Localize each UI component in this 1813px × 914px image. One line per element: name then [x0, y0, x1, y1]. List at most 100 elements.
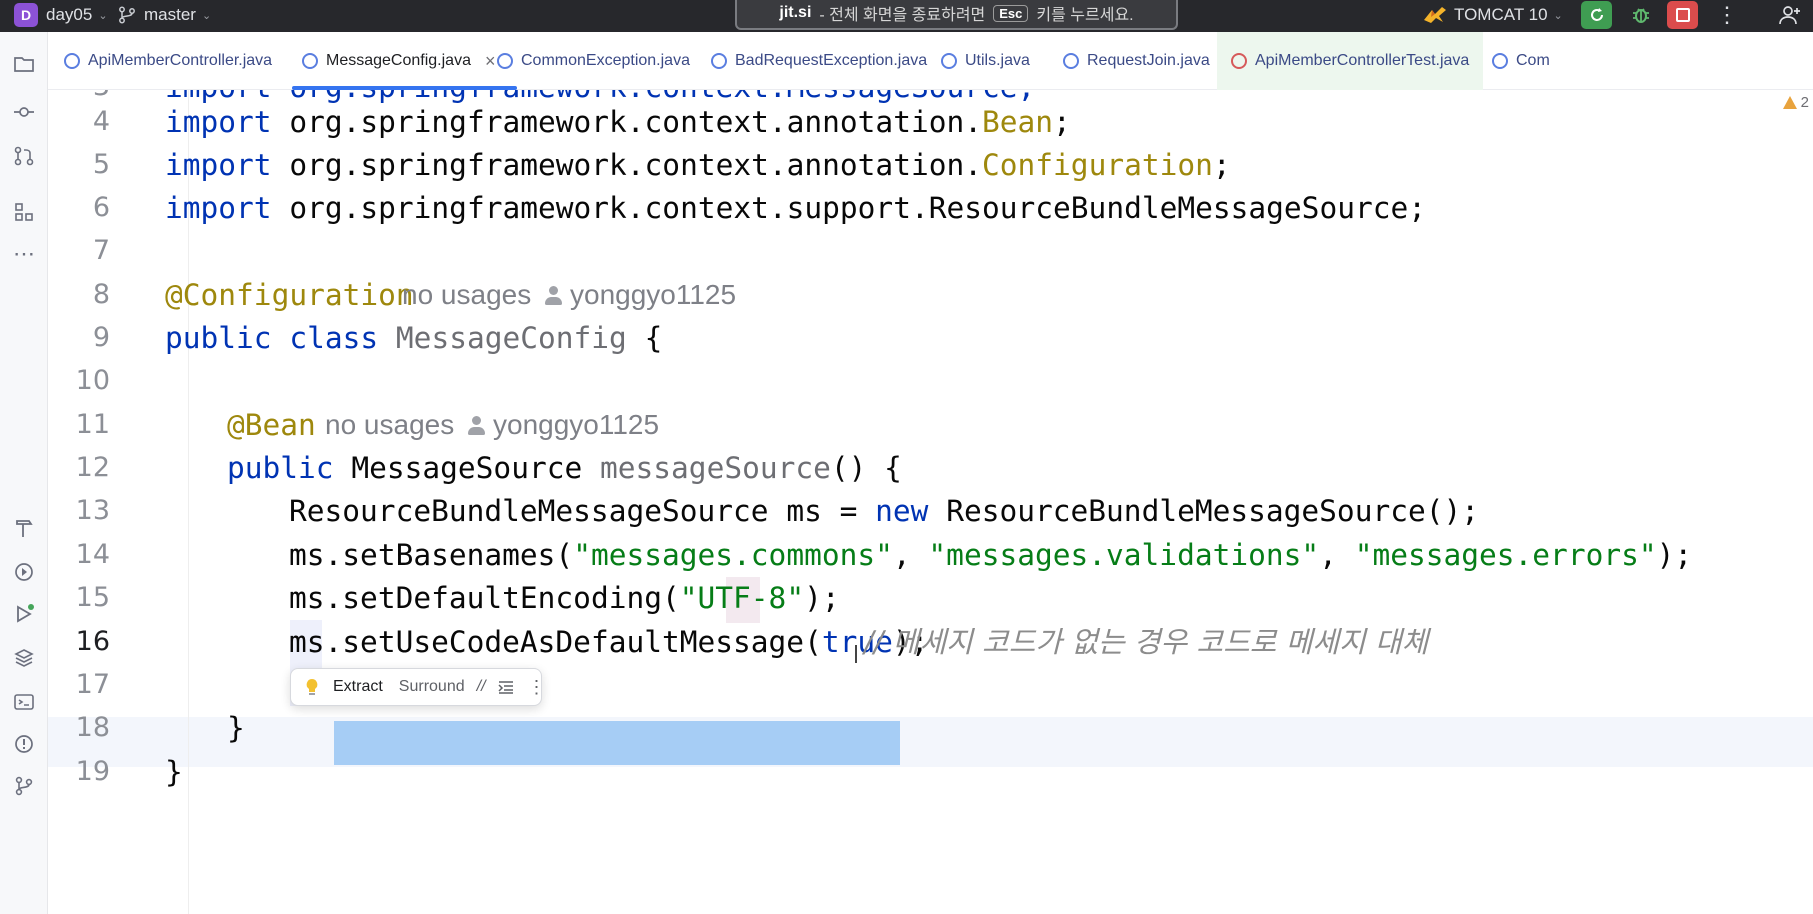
author-name: yonggyo1125	[493, 409, 660, 440]
class-icon	[1492, 53, 1508, 69]
tab-bad-request-exception[interactable]: BadRequestException.java	[711, 32, 927, 90]
string-literal: "messages.errors"	[1354, 538, 1657, 572]
hammer-icon	[16, 520, 33, 537]
tool-window-strip: ⋯	[0, 32, 48, 914]
build-tool-button[interactable]	[10, 514, 38, 542]
tab-utils[interactable]: Utils.java	[941, 32, 1030, 90]
string-literal: "messages.validations"	[928, 538, 1320, 572]
tab-api-member-controller[interactable]: ApiMemberController.java	[64, 32, 272, 90]
commit-icon	[14, 107, 34, 117]
tab-message-config[interactable]: MessageConfig.java ×	[291, 32, 519, 90]
services-tool-button[interactable]	[10, 558, 38, 586]
pull-request-icon	[14, 146, 34, 166]
problems-icon	[15, 735, 33, 753]
tab-request-join[interactable]: RequestJoin.java	[1063, 32, 1210, 90]
string-literal: "UTF-8"	[679, 581, 805, 615]
git-branch-icon	[119, 6, 135, 24]
branch-selector[interactable]: master ⌄	[118, 0, 211, 30]
code-rest: ResourceBundleMessageSource();	[928, 494, 1480, 528]
chevron-down-icon: ⌄	[201, 9, 212, 22]
more-tools-button[interactable]: ⋯	[10, 240, 38, 268]
project-selector[interactable]: D day05 ⌄	[14, 0, 108, 30]
debug-button[interactable]	[1625, 1, 1656, 29]
variable: ms	[786, 494, 822, 528]
screen-share-banner: jit.si - 전체 화면을 종료하려면 Esc 키를 누르세요.	[735, 0, 1178, 30]
method-name: messageSource	[600, 451, 831, 485]
line-number: 10	[75, 365, 110, 396]
terminal-tool-button[interactable]	[10, 688, 38, 716]
more-horizontal-icon: ⋯	[13, 241, 35, 266]
problems-tool-button[interactable]	[10, 730, 38, 758]
user-icon	[468, 416, 485, 435]
code-rest: () {	[830, 451, 902, 485]
code-line-18: 18 }	[48, 703, 1813, 753]
layers-tool-button[interactable]	[10, 644, 38, 672]
services-icon	[15, 563, 33, 581]
annotation-class: Configuration	[982, 148, 1213, 182]
text-cursor-icon	[855, 645, 857, 663]
line-number: 18	[75, 712, 110, 743]
variable: ms	[289, 625, 325, 659]
structure-icon	[15, 203, 33, 221]
lightbulb-icon[interactable]	[305, 669, 319, 705]
rerun-button[interactable]	[1581, 1, 1612, 29]
tab-common-exception[interactable]: CommonException.java	[497, 32, 690, 90]
layers-icon	[14, 649, 34, 667]
code-end: );	[804, 581, 840, 615]
brace: }	[227, 711, 245, 745]
class-name: MessageConfig	[395, 321, 627, 355]
brace: {	[644, 321, 663, 355]
stop-button[interactable]	[1667, 1, 1698, 29]
comma: ,	[1319, 538, 1355, 572]
user-icon	[545, 286, 562, 305]
tab-label: RequestJoin.java	[1087, 52, 1210, 69]
semicolon: ;	[1053, 105, 1071, 139]
more-vertical-icon: ⋮	[1716, 2, 1738, 27]
folder-icon	[14, 57, 34, 72]
method-call: .setUseCodeAsDefaultMessage(	[324, 625, 822, 659]
more-actions-button[interactable]: ⋮	[1716, 0, 1738, 30]
project-tool-button[interactable]	[10, 50, 38, 78]
chevron-down-icon: ⌄	[1553, 9, 1563, 22]
exception-class-icon	[497, 53, 513, 69]
code-line-13: 13 ResourceBundleMessageSource ms = new …	[48, 486, 1813, 536]
keyword: public	[165, 321, 272, 355]
exception-class-icon	[711, 53, 727, 69]
keyword: class	[289, 321, 379, 355]
method-call: .setBasenames(	[324, 538, 574, 572]
brace: }	[165, 755, 183, 789]
package: org.springframework.context.support.Reso…	[271, 191, 1409, 225]
tab-api-member-controller-test[interactable]: ApiMemberControllerTest.java	[1217, 32, 1484, 90]
jitsi-brand: jit.si	[779, 4, 812, 21]
run-config-selector[interactable]: TOMCAT 10 ⌄	[1422, 0, 1563, 30]
keyword: import	[165, 105, 272, 139]
project-name: day05	[46, 5, 93, 24]
code-text: ResourceBundleMessageSource ms = new Res…	[289, 486, 1479, 536]
semicolon: ;	[1408, 191, 1427, 225]
tab-label: CommonException.java	[521, 52, 690, 69]
annotation-class: Bean	[982, 105, 1054, 139]
extract-button[interactable]: Extract	[333, 669, 383, 705]
stop-icon	[1675, 8, 1690, 22]
test-class-icon	[1231, 53, 1247, 69]
add-user-button[interactable]	[1778, 0, 1802, 30]
keyword: import	[165, 191, 272, 225]
rerun-icon	[1590, 8, 1603, 21]
code-line-10: 10	[48, 356, 1813, 406]
tab-label: BadRequestException.java	[735, 52, 928, 69]
run-tool-button[interactable]	[10, 600, 38, 628]
reformat-icon[interactable]	[497, 669, 514, 705]
structure-tool-button[interactable]	[10, 198, 38, 226]
pull-requests-tool-button[interactable]	[10, 142, 38, 170]
tab-label: ApiMemberControllerTest.java	[1255, 52, 1470, 69]
surround-button[interactable]: Surround	[399, 669, 465, 705]
tab-label: MessageConfig.java	[326, 52, 471, 69]
comment-icon[interactable]: //	[477, 669, 486, 705]
code-editor[interactable]: 2 3 import org.springframework.context.M…	[48, 90, 1813, 914]
git-tool-button[interactable]	[10, 772, 38, 800]
close-icon[interactable]: ×	[485, 51, 496, 72]
bug-icon	[1632, 8, 1649, 23]
tab-com-truncated[interactable]: Com	[1492, 32, 1550, 90]
more-vertical-icon[interactable]: ⋮	[528, 669, 546, 705]
commit-tool-button[interactable]	[10, 98, 38, 126]
